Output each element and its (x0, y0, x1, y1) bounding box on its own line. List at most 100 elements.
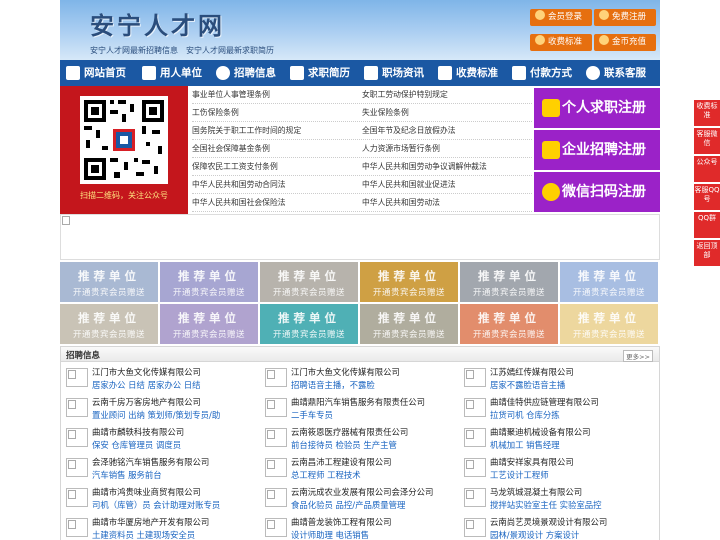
company-name[interactable]: 曲靖佳特供应链管理有限公司 (490, 396, 599, 408)
company-name[interactable]: 江门市大鱼文化传媒有限公司 (92, 366, 201, 378)
job-seeker-register-button[interactable]: 个人求职注册 (534, 88, 660, 128)
company-logo[interactable] (66, 398, 88, 417)
company-logo[interactable] (464, 488, 486, 507)
law-link[interactable]: 国务院关于职工工作时间的规定 (192, 122, 362, 139)
sidebar-qq-support[interactable]: 客服QQ号 (694, 184, 720, 210)
job-positions[interactable]: 食品化验员 品控/产品质量管理 (291, 499, 405, 511)
sub-link-resumes[interactable]: 安宁人才网最新求职简历 (186, 46, 274, 55)
recommended-employer-slot[interactable]: 推荐单位 开通贵宾会员赠送 (160, 304, 258, 344)
job-positions[interactable]: 搅拌站实验室主任 实验室品控 (490, 499, 602, 511)
company-name[interactable]: 曲靖鼎阳汽车销售服务有限责任公司 (291, 396, 425, 408)
sub-link-jobs[interactable]: 安宁人才网最新招聘信息 (90, 46, 178, 55)
recommended-employer-slot[interactable]: 推荐单位 开通贵宾会员赠送 (160, 262, 258, 302)
company-logo[interactable] (464, 518, 486, 537)
company-logo[interactable] (66, 488, 88, 507)
law-link[interactable]: 中华人民共和国劳动合同法 (192, 176, 362, 193)
company-name[interactable]: 云南千房万客房地产有限公司 (92, 396, 201, 408)
nav-employers[interactable]: 用人单位 (136, 60, 210, 86)
job-positions[interactable]: 机械加工 销售经理 (490, 439, 560, 451)
site-title[interactable]: 安宁人才网 (90, 6, 225, 41)
company-logo[interactable] (66, 458, 88, 477)
nav-support[interactable]: 联系客服 (580, 60, 660, 86)
job-positions[interactable]: 设计师助理 电话销售 (291, 529, 369, 540)
law-link[interactable]: 全国年节及纪念日放假办法 (362, 122, 532, 139)
job-positions[interactable]: 二手车专员 (291, 409, 333, 421)
company-logo[interactable] (66, 368, 88, 387)
sidebar-official-account[interactable]: 公众号 (694, 156, 720, 182)
company-name[interactable]: 江门市大鱼文化传媒有限公司 (291, 366, 400, 378)
login-button[interactable]: 会员登录 (530, 9, 592, 26)
recommended-employer-slot[interactable]: 推荐单位 开通贵宾会员赠送 (560, 262, 658, 302)
company-name[interactable]: 云南筱恩医疗器械有限责任公司 (291, 426, 408, 438)
company-name[interactable]: 曲靖安祥家具有限公司 (490, 456, 574, 468)
law-link[interactable]: 中华人民共和国就业促进法 (362, 176, 532, 193)
nav-news[interactable]: 职场资讯 (358, 60, 432, 86)
recharge-button[interactable]: 金币充值 (594, 34, 656, 51)
law-link[interactable]: 中华人民共和国劳动法 (362, 194, 532, 211)
job-positions[interactable]: 园林/景观设计 方案设计 (490, 529, 579, 540)
sidebar-back-to-top[interactable]: 返回顶部 (694, 240, 720, 266)
job-positions[interactable]: 招聘语音主播，不露脸 (291, 379, 375, 391)
law-link[interactable]: 保障农民工工资支付条例 (192, 158, 362, 175)
sidebar-qq-group[interactable]: QQ群 (694, 212, 720, 238)
company-name[interactable]: 云南尚艺灵境景观设计有限公司 (490, 516, 607, 528)
company-name[interactable]: 云南沅成农业发展有限公司会泽分公司 (291, 486, 433, 498)
recommended-employer-slot[interactable]: 推荐单位 开通贵宾会员赠送 (260, 304, 358, 344)
law-link[interactable]: 失业保险条例 (362, 104, 532, 121)
wechat-register-button[interactable]: 微信扫码注册 (534, 172, 660, 212)
nav-jobs[interactable]: 招聘信息 (210, 60, 284, 86)
job-positions[interactable]: 总工程师 工程技术 (291, 469, 361, 481)
company-logo[interactable] (464, 368, 486, 387)
recommended-employer-slot[interactable]: 推荐单位 开通贵宾会员赠送 (60, 304, 158, 344)
company-logo[interactable] (265, 488, 287, 507)
job-positions[interactable]: 拉货司机 仓库分拣 (490, 409, 560, 421)
job-positions[interactable]: 保安 仓库管理员 调度员 (92, 439, 181, 451)
nav-resumes[interactable]: 求职简历 (284, 60, 358, 86)
recommended-employer-slot[interactable]: 推荐单位 开通贵宾会员赠送 (360, 262, 458, 302)
company-logo[interactable] (265, 458, 287, 477)
law-link[interactable]: 中华人民共和国社会保险法 (192, 194, 362, 211)
company-logo[interactable] (265, 398, 287, 417)
sidebar-fees[interactable]: 收费标准 (694, 100, 720, 126)
banner-ad[interactable] (60, 214, 660, 260)
job-positions[interactable]: 汽车销售 服务前台 (92, 469, 162, 481)
company-logo[interactable] (464, 398, 486, 417)
company-name[interactable]: 曲靖聚迪机械设备有限公司 (490, 426, 591, 438)
company-logo[interactable] (464, 458, 486, 477)
company-logo[interactable] (66, 428, 88, 447)
job-positions[interactable]: 土建资料员 土建现场安全员 (92, 529, 195, 540)
company-name[interactable]: 曲靖普龙装饰工程有限公司 (291, 516, 392, 528)
company-name[interactable]: 曲靖市麟轶科技有限公司 (92, 426, 184, 438)
recommended-employer-slot[interactable]: 推荐单位 开通贵宾会员赠送 (460, 304, 558, 344)
company-name[interactable]: 云南昌沛工程建设有限公司 (291, 456, 392, 468)
law-link[interactable]: 工伤保险条例 (192, 104, 362, 121)
company-name[interactable]: 江苏嫣红传媒有限公司 (490, 366, 574, 378)
law-link[interactable]: 人力资源市场暂行条例 (362, 140, 532, 157)
company-name[interactable]: 马龙筑城混凝土有限公司 (490, 486, 582, 498)
company-name[interactable]: 曲靖市鸿贵味业商贸有限公司 (92, 486, 201, 498)
company-logo[interactable] (265, 368, 287, 387)
company-logo[interactable] (66, 518, 88, 537)
company-name[interactable]: 曲靖市华厦房地产开发有限公司 (92, 516, 209, 528)
company-logo[interactable] (265, 428, 287, 447)
jobs-more-link[interactable]: 更多>> (623, 350, 653, 362)
law-link[interactable]: 事业单位人事管理条例 (192, 86, 362, 103)
fees-button[interactable]: 收费标准 (530, 34, 592, 51)
job-positions[interactable]: 前台接待员 检验员 生产主管 (291, 439, 397, 451)
company-logo[interactable] (265, 518, 287, 537)
company-name[interactable]: 会泽驰铭汽车销售服务有限公司 (92, 456, 209, 468)
law-link[interactable]: 全国社会保障基金条例 (192, 140, 362, 157)
recommended-employer-slot[interactable]: 推荐单位 开通贵宾会员赠送 (60, 262, 158, 302)
nav-payment[interactable]: 付款方式 (506, 60, 580, 86)
nav-home[interactable]: 网站首页 (60, 60, 136, 86)
register-button[interactable]: 免费注册 (594, 9, 656, 26)
nav-fees[interactable]: 收费标准 (432, 60, 506, 86)
recommended-employer-slot[interactable]: 推荐单位 开通贵宾会员赠送 (460, 262, 558, 302)
recommended-employer-slot[interactable]: 推荐单位 开通贵宾会员赠送 (560, 304, 658, 344)
recommended-employer-slot[interactable]: 推荐单位 开通贵宾会员赠送 (260, 262, 358, 302)
sidebar-wechat-support[interactable]: 客服微信 (694, 128, 720, 154)
recommended-employer-slot[interactable]: 推荐单位 开通贵宾会员赠送 (360, 304, 458, 344)
law-link[interactable]: 女职工劳动保护特别规定 (362, 86, 532, 103)
law-link[interactable]: 中华人民共和国劳动争议调解仲裁法 (362, 158, 532, 175)
job-positions[interactable]: 工艺设计工程师 (490, 469, 549, 481)
